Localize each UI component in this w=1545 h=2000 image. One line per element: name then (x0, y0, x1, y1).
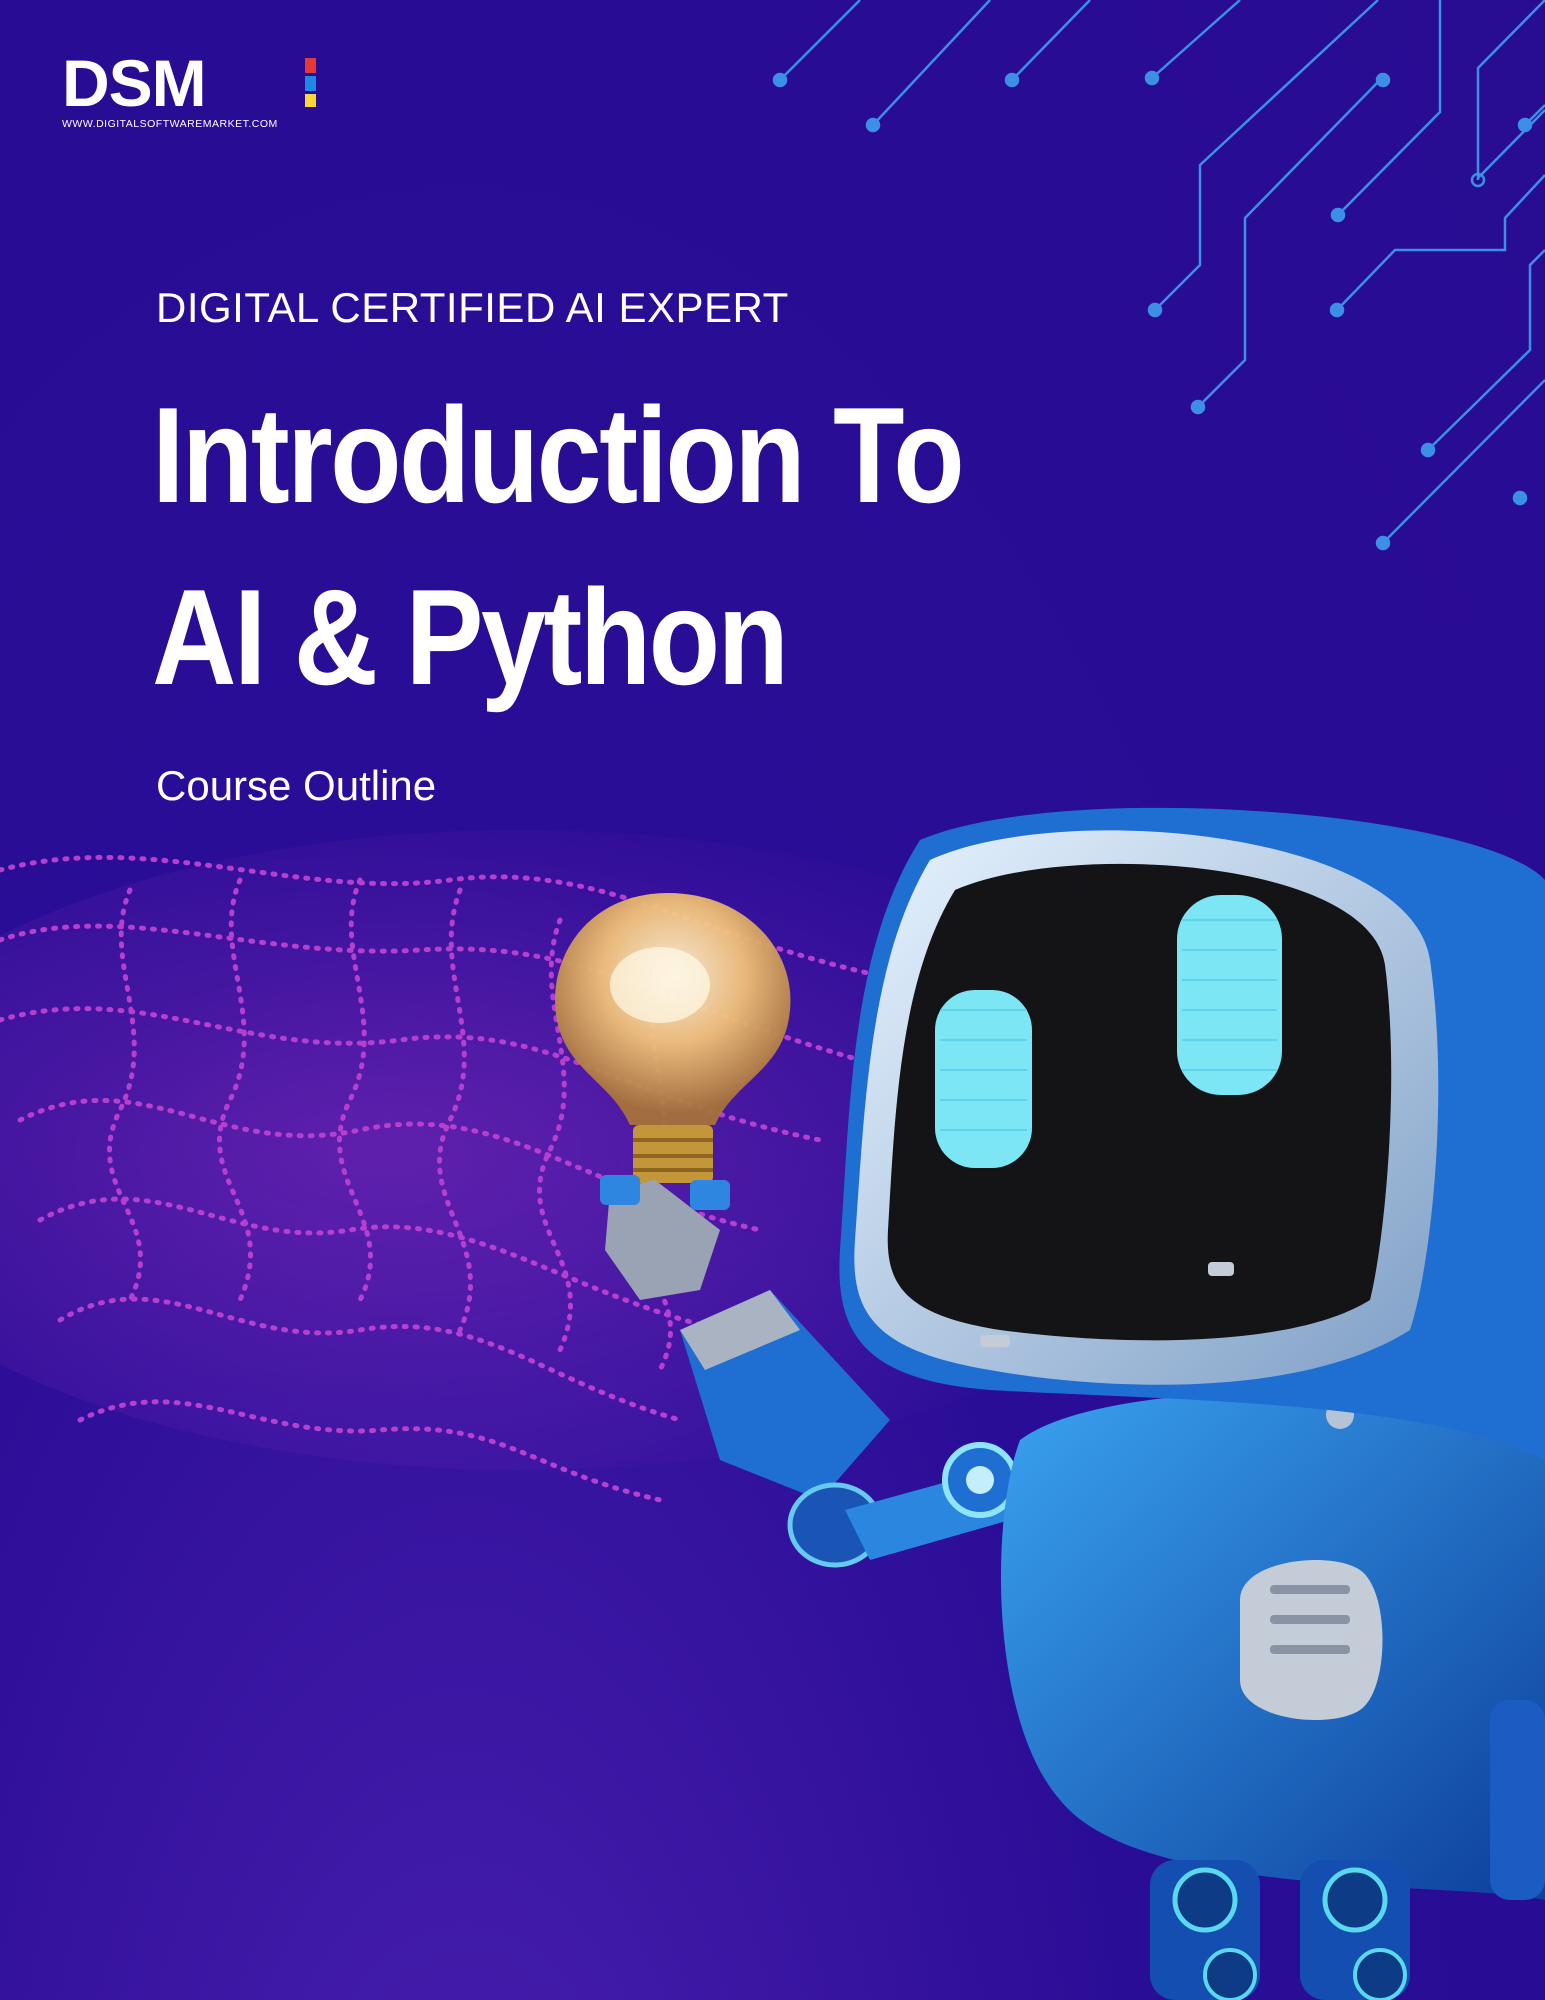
course-title: Introduction To AI & Python (152, 364, 1012, 728)
robot-body (1000, 1392, 1545, 1900)
logo-mark-icon: DSM (62, 52, 316, 114)
title-line-1: Introduction To (152, 379, 965, 531)
robot-illustration (555, 807, 1545, 2000)
title-line-2: AI & Python (152, 561, 789, 713)
brand-logo[interactable]: DSM WWW.DIGITALSOFTWAREMARKET.COM (62, 52, 332, 136)
course-eyebrow: DIGITAL CERTIFIED AI EXPERT (156, 284, 789, 331)
svg-text:DSM: DSM (62, 52, 206, 114)
robot-icon (839, 807, 1545, 1460)
logo-url: WWW.DIGITALSOFTWAREMARKET.COM (62, 118, 278, 130)
lightbulb-icon (555, 893, 791, 1183)
cover-page: DSM WWW.DIGITALSOFTWAREMARKET.COM DIGITA… (0, 0, 1545, 2000)
